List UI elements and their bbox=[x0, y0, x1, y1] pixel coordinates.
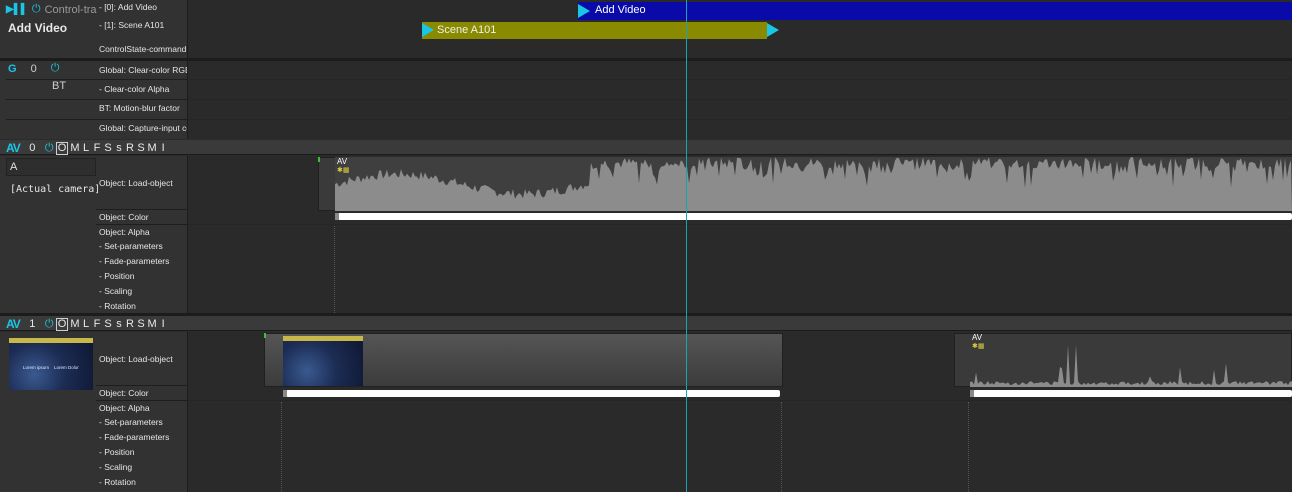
flag-o[interactable]: O bbox=[55, 317, 69, 331]
av-track-1-waveform bbox=[970, 345, 1292, 387]
av-track-0-caption: [Actual camera] bbox=[10, 184, 101, 195]
flag-s-lower[interactable]: s bbox=[115, 142, 124, 154]
global-controls: G 0 ⏻ bbox=[8, 62, 59, 75]
flag-m2[interactable]: M bbox=[148, 142, 157, 154]
segment-guide bbox=[281, 402, 282, 492]
flag-f[interactable]: F bbox=[93, 318, 102, 330]
av1-param-4: - Fade-parameters bbox=[99, 432, 170, 442]
event-scene-a101[interactable]: Scene A101 bbox=[422, 22, 767, 39]
flag-l[interactable]: L bbox=[82, 142, 91, 154]
av-track-0-name-field[interactable]: A bbox=[6, 158, 96, 176]
global-param-1: - Clear-color Alpha bbox=[99, 84, 170, 94]
power-icon[interactable]: ⏻ bbox=[45, 318, 54, 331]
av1-param-3: - Set-parameters bbox=[99, 417, 163, 427]
av0-param-6: - Scaling bbox=[99, 286, 133, 296]
power-icon[interactable]: ⏻ bbox=[45, 142, 54, 155]
av1-param-1: Object: Color bbox=[99, 388, 149, 398]
av-track-0-waveform bbox=[335, 157, 1292, 211]
control-label-0: - [0]: Add Video bbox=[99, 2, 157, 12]
av1-param-5: - Position bbox=[99, 447, 135, 457]
av-track-1-index: 1 bbox=[29, 318, 36, 330]
global-track bbox=[0, 61, 1292, 139]
segment-guide bbox=[334, 226, 335, 313]
global-index: 0 bbox=[30, 62, 37, 75]
event-add-video-label: Add Video bbox=[595, 4, 646, 16]
flag-s2[interactable]: S bbox=[137, 318, 146, 330]
power-icon[interactable]: ⏻ bbox=[51, 62, 60, 75]
av-track-0-index: 0 bbox=[29, 142, 36, 154]
clip-tag: AV bbox=[972, 333, 983, 342]
av-track-1-thumbnail: Lorem ipsum Lorem Dolor bbox=[9, 338, 93, 390]
control-label-1: - [1]: Scene A101 bbox=[99, 20, 165, 30]
flag-r[interactable]: R bbox=[126, 318, 135, 330]
flag-s[interactable]: S bbox=[104, 142, 113, 154]
av0-param-2: Object: Alpha bbox=[99, 227, 150, 237]
clip-tag: AV bbox=[337, 157, 348, 166]
flag-r[interactable]: R bbox=[126, 142, 135, 154]
global-icon: G bbox=[8, 62, 17, 75]
global-param-0: Global: Clear-color RGB bbox=[99, 65, 187, 75]
av1-param-2: Object: Alpha bbox=[99, 403, 150, 413]
av0-param-5: - Position bbox=[99, 271, 135, 281]
av-track-0-color-bar[interactable] bbox=[335, 213, 1292, 220]
global-param-3: Global: Capture-input co bbox=[99, 123, 187, 133]
clip-status-icon: ✱▦ bbox=[337, 167, 350, 174]
play-pause-icon[interactable]: ▶▌▌ bbox=[6, 4, 28, 15]
control-track-controls: ▶▌▌ ⏻ Control-trac bbox=[6, 3, 97, 16]
av-icon: AV bbox=[6, 141, 21, 155]
av0-param-7: - Rotation bbox=[99, 301, 136, 311]
global-sub-label: BT bbox=[52, 80, 67, 92]
event-end-icon bbox=[767, 23, 779, 37]
control-track-title: Control-trac bbox=[44, 3, 97, 16]
flag-i[interactable]: I bbox=[159, 142, 168, 154]
power-icon[interactable]: ⏻ bbox=[32, 3, 41, 16]
segment-guide bbox=[968, 402, 969, 492]
av-track-1-color-bar-b[interactable] bbox=[970, 390, 1292, 397]
control-track-name: Add Video bbox=[8, 21, 68, 35]
av0-param-3: - Set-parameters bbox=[99, 241, 163, 251]
segment-guide bbox=[781, 402, 782, 492]
av-track-1-color-bar-a[interactable] bbox=[283, 390, 780, 397]
event-start-icon bbox=[422, 23, 434, 37]
playhead[interactable] bbox=[686, 0, 687, 492]
av0-param-4: - Fade-parameters bbox=[99, 256, 170, 266]
av0-param-0: Object: Load-object bbox=[99, 178, 173, 188]
flag-m[interactable]: M bbox=[70, 318, 79, 330]
av-track-1-clip-thumb bbox=[283, 336, 363, 386]
flag-f[interactable]: F bbox=[93, 142, 102, 154]
av-track-0-toolbar: AV 0 ⏻ O M L F S s R S M I bbox=[0, 140, 1292, 155]
flag-s-lower[interactable]: s bbox=[115, 318, 124, 330]
av1-param-7: - Rotation bbox=[99, 477, 136, 487]
event-start-icon bbox=[578, 4, 590, 18]
av-track-1-toolbar: AV 1 ⏻ O M L F S s R S M I bbox=[0, 316, 1292, 331]
flag-l[interactable]: L bbox=[82, 318, 91, 330]
flag-m2[interactable]: M bbox=[148, 318, 157, 330]
av1-param-6: - Scaling bbox=[99, 462, 133, 472]
event-scene-label: Scene A101 bbox=[437, 24, 497, 36]
clip-status-icon: ✱▦ bbox=[972, 343, 985, 350]
flag-m[interactable]: M bbox=[70, 142, 79, 154]
flag-i[interactable]: I bbox=[159, 318, 168, 330]
control-label-2: ControlState-command bbox=[99, 44, 187, 54]
global-param-2: BT: Motion-blur factor bbox=[99, 103, 180, 113]
clip-edge bbox=[318, 157, 320, 162]
flag-s[interactable]: S bbox=[104, 318, 113, 330]
flag-s2[interactable]: S bbox=[137, 142, 146, 154]
clip-edge bbox=[264, 333, 266, 338]
flag-o[interactable]: O bbox=[55, 141, 69, 155]
av1-param-0: Object: Load-object bbox=[99, 354, 173, 364]
av0-param-1: Object: Color bbox=[99, 212, 149, 222]
av-icon: AV bbox=[6, 317, 21, 331]
